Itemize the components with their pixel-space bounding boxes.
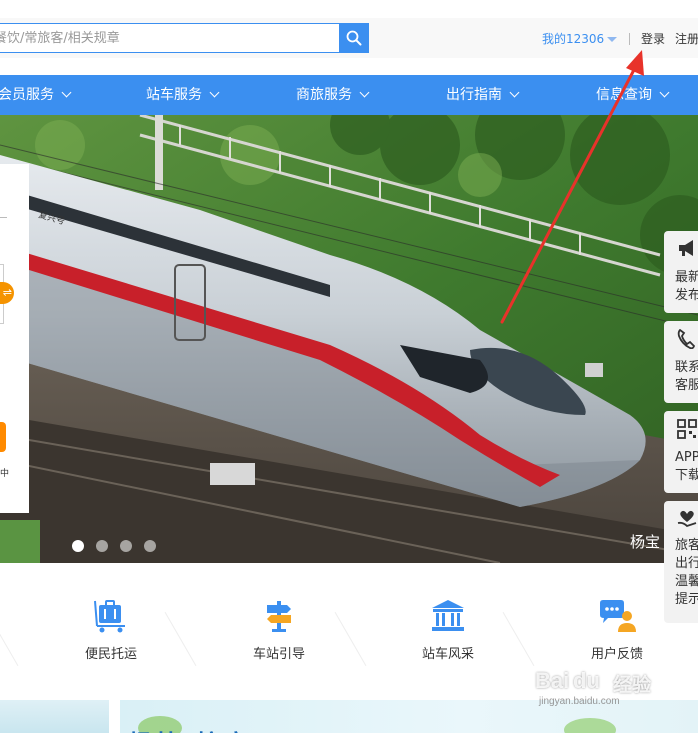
nav-item-station-service[interactable]: 站车服务 <box>146 75 220 115</box>
phone-icon <box>677 329 695 349</box>
chevron-down-icon <box>509 87 520 98</box>
nav-item-travel-guide[interactable]: 出行指南 <box>446 75 520 115</box>
nav-item-info-query[interactable]: 信息查询 <box>596 75 670 115</box>
carousel-dot-3[interactable] <box>120 540 132 552</box>
search-input[interactable] <box>0 24 338 52</box>
chevron-down-icon <box>61 87 72 98</box>
qrcode-icon <box>677 419 697 439</box>
watermark-brand: Bai <box>535 668 570 693</box>
service-station-guide[interactable]: 车站引导 <box>224 599 334 662</box>
nav-label: 会员服务 <box>0 87 54 103</box>
sidebar-label: 旅客 <box>675 538 698 553</box>
service-label: 车站引导 <box>252 647 305 662</box>
divider <box>629 33 630 45</box>
swap-stations-button[interactable]: ⇌ <box>0 282 14 304</box>
train-photo: 复兴号 <box>0 115 698 563</box>
my-account-link[interactable]: 我的12306 <box>542 30 604 47</box>
promo-title: 畅快 惊享 <box>128 724 252 733</box>
service-label: 便民托运 <box>84 647 137 662</box>
chevron-down-icon <box>209 87 220 98</box>
baidu-paw-icon: du <box>573 668 600 693</box>
login-link[interactable]: 登录 <box>641 30 665 47</box>
main-nav: 会员服务 站车服务 商旅服务 出行指南 信息查询 <box>0 75 698 115</box>
search-box <box>0 23 340 53</box>
sidebar-item-contact-service[interactable]: 联系 客服 <box>664 321 698 403</box>
divider <box>0 611 19 667</box>
nav-label: 站车服务 <box>146 87 202 103</box>
signpost-icon <box>267 601 291 632</box>
chevron-down-icon[interactable] <box>607 37 617 42</box>
sidebar-label: 发布 <box>675 288 698 303</box>
panel-fragment-text: 中 <box>0 469 10 479</box>
sidebar-label: 客服 <box>675 378 698 393</box>
nav-label: 出行指南 <box>446 87 502 103</box>
service-label: 站车风采 <box>421 647 474 662</box>
ticket-booking-panel: ⇌ 中 <box>0 164 29 513</box>
search-button[interactable] <box>339 23 369 53</box>
chat-user-icon <box>600 600 636 632</box>
sidebar-label: 下载 <box>675 468 698 483</box>
sidebar-label: APP <box>675 450 698 465</box>
top-bar: 我的12306 登录 注册 <box>0 18 698 58</box>
service-luggage-shipping[interactable]: 便民托运 <box>56 599 166 662</box>
chevron-down-icon <box>659 87 670 98</box>
sidebar-label: 最新 <box>675 270 698 285</box>
service-station-showcase[interactable]: 站车风采 <box>393 599 503 662</box>
station-building-icon <box>432 600 464 631</box>
register-link[interactable]: 注册 <box>675 30 698 47</box>
megaphone-icon <box>679 240 693 256</box>
nav-label: 信息查询 <box>596 87 652 103</box>
watermark-url: jingyan.baidu.com <box>539 696 620 707</box>
promo-banner-left[interactable] <box>0 700 109 733</box>
sidebar-item-app-download[interactable]: APP 下载 <box>664 411 698 493</box>
search-icon <box>346 30 362 46</box>
luggage-cart-icon <box>94 600 125 633</box>
carousel-dot-2[interactable] <box>96 540 108 552</box>
divider <box>164 611 197 667</box>
service-label: 用户反馈 <box>590 647 643 662</box>
sidebar-item-latest-news[interactable]: 最新 发布 <box>664 231 698 313</box>
divider <box>502 611 535 667</box>
heart-hand-icon <box>677 510 697 528</box>
carousel-dot-1[interactable] <box>72 540 84 552</box>
photo-caption: 杨宝 <box>630 533 661 551</box>
service-shortcuts: 便民托运 车站引导 站车风采 用户反馈 <box>0 563 698 681</box>
query-button[interactable] <box>0 422 6 452</box>
nav-label: 商旅服务 <box>296 87 352 103</box>
nav-item-business-service[interactable]: 商旅服务 <box>296 75 370 115</box>
nav-item-member-service[interactable]: 会员服务 <box>0 75 72 115</box>
panel-divider <box>0 217 7 218</box>
chevron-down-icon <box>359 87 370 98</box>
hero-banner[interactable]: 复兴号 ⇌ 中 杨宝 <box>0 115 698 563</box>
divider <box>334 611 367 667</box>
watermark-cn: 经验 <box>613 674 652 696</box>
sidebar-label: 联系 <box>675 360 698 375</box>
service-user-feedback[interactable]: 用户反馈 <box>562 599 672 662</box>
carousel-dot-4[interactable] <box>144 540 156 552</box>
